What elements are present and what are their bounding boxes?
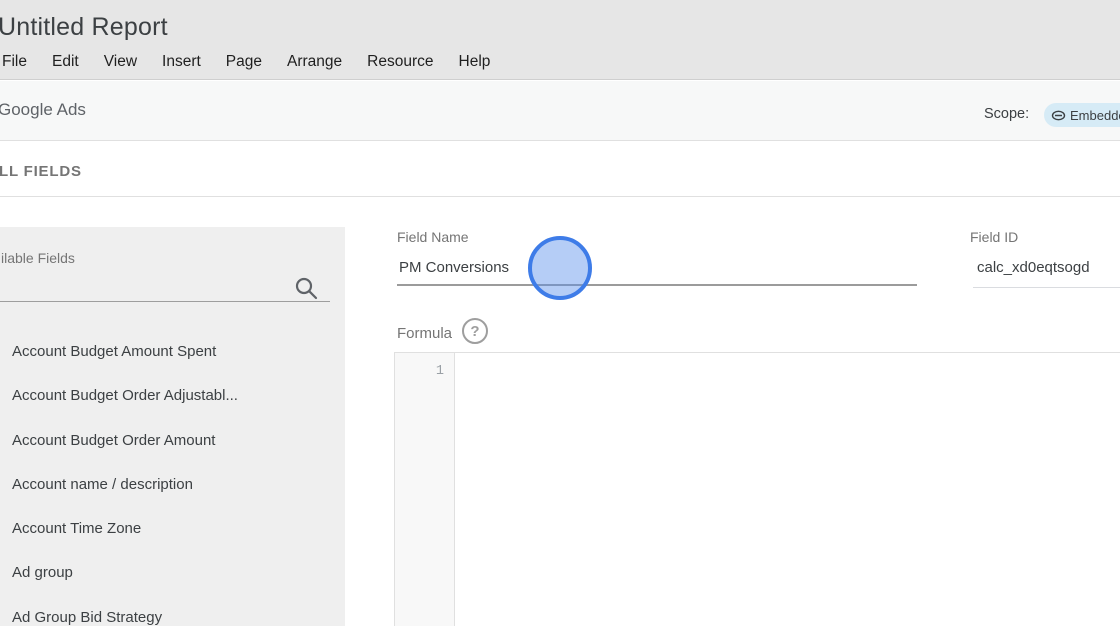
field-name-underline [397,284,917,286]
menubar: File Edit View Insert Page Arrange Resou… [2,53,490,71]
menu-page[interactable]: Page [226,53,262,71]
list-item[interactable]: Account Budget Order Amount [12,419,332,463]
formula-editor: 1 [394,352,1120,626]
field-id-underline [973,287,1120,288]
field-name-label: Field Name [397,229,469,245]
field-id-value: calc_xd0eqtsogd [977,259,1090,276]
editor-gutter: 1 [395,353,455,626]
available-fields-label: ilable Fields [1,250,75,266]
menu-arrange[interactable]: Arrange [287,53,342,71]
menu-edit[interactable]: Edit [52,53,79,71]
menu-file[interactable]: File [2,53,27,71]
list-item[interactable]: Account Budget Amount Spent [12,330,332,374]
list-item[interactable]: Account Time Zone [12,507,332,551]
menu-view[interactable]: View [104,53,137,71]
scope-label: Scope: [984,106,1030,122]
tab-all-fields[interactable]: LL FIELDS [0,163,82,180]
help-icon[interactable]: ? [462,318,488,344]
list-item[interactable]: Ad group [12,551,332,595]
line-number: 1 [435,364,444,379]
formula-input[interactable] [456,353,1120,626]
scope-chip[interactable]: Embedde [1044,103,1120,127]
report-title[interactable]: Untitled Report [0,13,168,42]
click-indicator [528,236,592,300]
list-item[interactable]: Account name / description [12,463,332,507]
available-fields-panel: ilable Fields Account Budget Amount Spen… [0,227,345,626]
list-item[interactable]: Account Budget Order Adjustabl... [12,374,332,418]
attachment-icon [1051,110,1066,120]
app-header: Untitled Report File Edit View Insert Pa… [0,0,1120,80]
list-item[interactable]: Ad Group Bid Strategy [12,596,332,626]
field-list: Account Budget Amount Spent Account Budg… [12,330,332,626]
datasource-name: Google Ads [0,100,86,119]
fields-tabbar: LL FIELDS [0,142,1120,197]
formula-label: Formula [397,325,453,342]
field-id-label: Field ID [970,229,1019,245]
menu-insert[interactable]: Insert [162,53,201,71]
search-icon[interactable] [293,275,319,301]
field-name-input[interactable]: PM Conversions [399,259,509,276]
scope-chip-label: Embedde [1070,107,1120,123]
search-underline [0,301,330,302]
menu-help[interactable]: Help [459,53,491,71]
datasource-toolbar: Google Ads Scope: Embedde [0,81,1120,172]
menu-resource[interactable]: Resource [367,53,433,71]
